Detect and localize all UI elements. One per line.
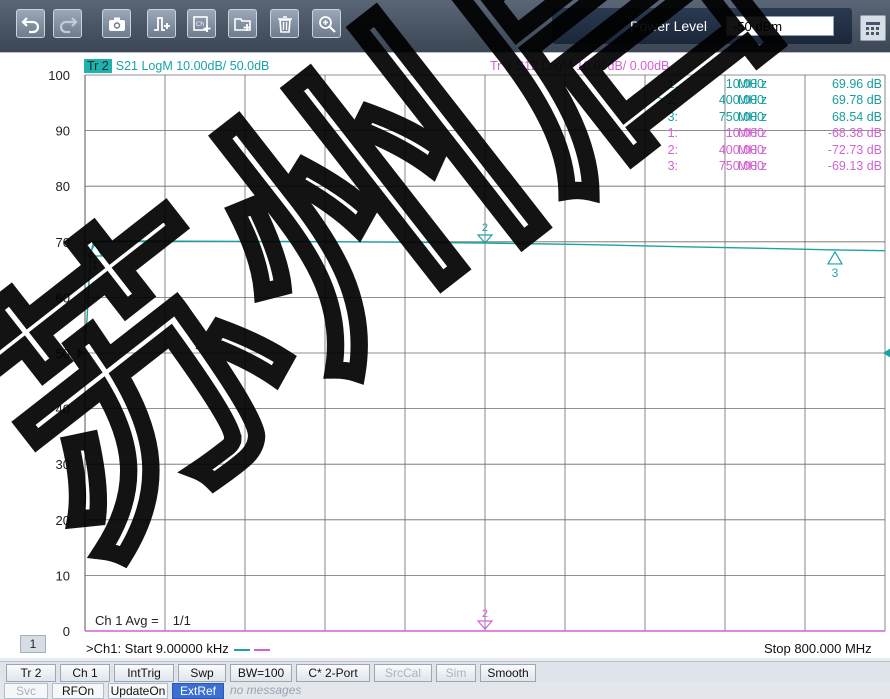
start-frequency[interactable]: >Ch1: Start 9.00000 kHz <box>86 641 272 656</box>
undo-icon <box>20 16 39 33</box>
y-tick-label: 70 <box>56 235 70 250</box>
redo-icon <box>59 16 78 33</box>
softkey-trace[interactable]: Tr 2 <box>6 664 56 682</box>
marker-value: 69.96 dB <box>831 77 882 91</box>
trace-3-settings: S12 LogM 10.00dB/ 0.00dB <box>515 59 670 73</box>
marker-value: -68.38 dB <box>827 126 882 141</box>
y-tick-label: 30 <box>56 457 70 472</box>
add-window-icon <box>233 17 251 31</box>
softkey-bar: Tr 2 Ch 1 IntTrig Swp BW=100 C* 2-Port S… <box>0 661 890 682</box>
trace-3-tag[interactable]: Tr 3 <box>490 59 512 73</box>
trace-legend-lines <box>234 648 271 651</box>
marker-unit: MH z <box>738 109 768 124</box>
trace-2-tag[interactable]: Tr 2 <box>84 59 112 73</box>
add-trace-button[interactable] <box>147 9 176 38</box>
zoom-button[interactable] <box>312 9 341 38</box>
power-level-panel: Power Level <box>552 8 852 44</box>
softkey-trigger[interactable]: IntTrig <box>114 664 174 682</box>
trash-icon <box>277 15 292 33</box>
marker-triangle-s21 <box>826 250 844 265</box>
marker-unit: MH z <box>738 93 768 108</box>
softkey-channel[interactable]: Ch 1 <box>60 664 110 682</box>
status-ext-ref[interactable]: ExtRef <box>172 683 224 699</box>
average-label: Ch 1 Avg = <box>95 613 159 628</box>
marker-unit: MH z <box>738 77 768 91</box>
reference-arrow-left <box>77 348 85 358</box>
marker-label-s12: 2 <box>482 608 488 620</box>
y-tick-label: 10 <box>56 568 70 583</box>
status-bar: Svc RFOn UpdateOn ExtRef no messages <box>0 682 890 699</box>
y-tick-label: 100 <box>48 68 70 83</box>
status-update-on[interactable]: UpdateOn <box>108 683 168 699</box>
softkey-bandwidth[interactable]: BW=100 <box>230 664 292 682</box>
y-tick-label: 40 <box>56 402 70 417</box>
marker-value: 69.78 dB <box>831 93 882 108</box>
svg-text:Ch: Ch <box>196 21 204 28</box>
plot-area: 0 10 20 30 40 50 60 70 80 90 100 1 2 3 2 Tr 2 S21 LogM … <box>0 52 890 658</box>
redo-button[interactable] <box>53 9 82 38</box>
trace-3-header[interactable]: Tr 3 S12 LogM 10.00dB/ 0.00dB <box>490 59 669 73</box>
channel-number[interactable]: 1 <box>20 635 46 653</box>
trace-2-header[interactable]: Tr 2 S21 LogM 10.00dB/ 50.0dB <box>84 59 269 73</box>
marker-triangle-s21 <box>86 242 104 257</box>
trace-2-settings: S21 LogM 10.00dB/ 50.0dB <box>115 59 270 73</box>
y-tick-label: 80 <box>56 179 70 194</box>
y-tick-label: 0 <box>63 624 70 639</box>
status-messages: no messages <box>230 683 302 697</box>
add-channel-icon: Ch <box>192 15 210 32</box>
softkey-source-cal[interactable]: SrcCal <box>374 664 432 682</box>
status-rf-on[interactable]: RFOn <box>52 683 104 699</box>
y-tick-label: 60 <box>56 290 70 305</box>
softkey-sim[interactable]: Sim <box>436 664 476 682</box>
y-tick-label: 90 <box>56 124 70 139</box>
marker-value: 68.54 dB <box>831 109 882 124</box>
marker-unit: MH z <box>738 158 768 173</box>
softkey-smooth[interactable]: Smooth <box>480 664 536 682</box>
average-readout: Ch 1 Avg = 1/1 <box>95 613 191 628</box>
marker-unit: MH z <box>738 142 768 157</box>
softkey-calibration[interactable]: C* 2-Port <box>296 664 370 682</box>
y-tick-label: 50 <box>56 346 70 361</box>
vna-application: Ch Power Level 0 10 20 30 40 50 60 70 80 90 100 1 2 3… <box>0 0 890 699</box>
add-channel-button[interactable]: Ch <box>187 9 216 38</box>
average-value: 1/1 <box>172 613 191 628</box>
keypad-icon <box>866 22 880 35</box>
undo-button[interactable] <box>16 9 45 38</box>
delete-button[interactable] <box>270 9 299 38</box>
power-level-label: Power Level <box>630 18 708 34</box>
add-trace-icon <box>153 16 170 31</box>
camera-icon <box>108 17 125 31</box>
stop-frequency[interactable]: Stop 800.000 MHz <box>764 641 872 656</box>
keypad-button[interactable] <box>860 15 886 41</box>
start-frequency-text: >Ch1: Start 9.00000 kHz <box>86 641 229 656</box>
power-level-input[interactable] <box>726 16 834 36</box>
marker-value: -69.13 dB <box>827 158 882 173</box>
y-tick-label: 20 <box>56 513 70 528</box>
marker-unit: MH z <box>738 126 768 141</box>
marker-label-s21: 3 <box>832 266 839 280</box>
marker-value: -72.73 dB <box>827 142 882 157</box>
marker-label-s21: 2 <box>482 222 488 234</box>
reference-arrow-right <box>883 348 890 358</box>
status-svc[interactable]: Svc <box>4 683 48 699</box>
zoom-in-icon <box>318 15 336 33</box>
softkey-sweep[interactable]: Swp <box>178 664 226 682</box>
marker-label-s21: 1 <box>92 258 99 272</box>
screenshot-button[interactable] <box>102 9 131 38</box>
add-window-button[interactable] <box>228 9 257 38</box>
toolbar: Ch Power Level <box>0 0 890 52</box>
